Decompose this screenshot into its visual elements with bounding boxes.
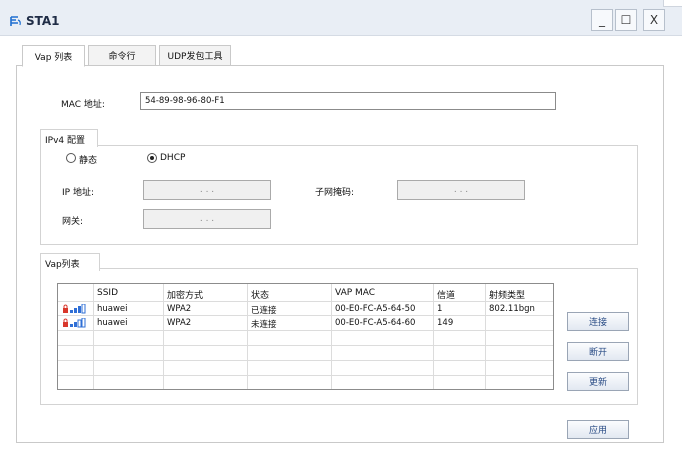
dhcp-radio-label: DHCP xyxy=(160,153,186,163)
vap-list-legend: Vap列表 xyxy=(40,253,100,271)
row-ssid: huawei xyxy=(97,318,128,328)
gateway-field[interactable]: . . . xyxy=(143,209,271,229)
title-bar[interactable]: STA1 _ ☐ X xyxy=(0,0,682,36)
subnet-mask-label: 子网掩码: xyxy=(315,188,355,198)
row-channel: 1 xyxy=(437,304,443,314)
mac-address-label: MAC 地址: xyxy=(61,100,105,110)
column-header-encryption[interactable]: 加密方式 xyxy=(167,288,203,301)
row-vap-mac: 00-E0-FC-A5-64-50 xyxy=(335,304,416,314)
connect-button[interactable]: 连接 xyxy=(567,312,629,331)
dhcp-radio[interactable] xyxy=(147,153,157,163)
row-status: 未连接 xyxy=(251,320,277,330)
row-ssid: huawei xyxy=(97,304,128,314)
refresh-button[interactable]: 更新 xyxy=(567,372,629,391)
tab-command-line[interactable]: 命令行 xyxy=(88,45,156,66)
row-channel: 149 xyxy=(437,318,454,328)
column-header-radio-type[interactable]: 射频类型 xyxy=(489,288,525,301)
row-vap-mac: 00-E0-FC-A5-64-60 xyxy=(335,318,416,328)
static-radio[interactable] xyxy=(66,153,76,163)
lock-signal-icon xyxy=(63,304,86,314)
ip-address-field[interactable]: . . . xyxy=(143,180,271,200)
ipv4-config-legend: IPv4 配置 xyxy=(40,129,98,147)
sta1-window: STA1 _ ☐ X Vap 列表 命令行 UDP发包工具 MAC 地址: 54… xyxy=(0,0,682,470)
static-radio-label: 静态 xyxy=(79,156,98,166)
column-header-channel[interactable]: 信道 xyxy=(437,288,455,301)
vap-table[interactable]: SSID 加密方式 状态 VAP MAC 信道 射频类型 huawei WPA2… xyxy=(57,283,554,390)
gateway-label: 网关: xyxy=(62,217,84,227)
ip-address-label: IP 地址: xyxy=(62,188,94,198)
window-title: STA1 xyxy=(26,14,60,28)
column-header-status[interactable]: 状态 xyxy=(251,288,269,301)
tab-udp-tool[interactable]: UDP发包工具 xyxy=(159,45,231,66)
resize-corner xyxy=(663,0,682,7)
subnet-mask-field[interactable]: . . . xyxy=(397,180,525,200)
column-header-ssid[interactable]: SSID xyxy=(97,288,118,298)
disconnect-button[interactable]: 断开 xyxy=(567,342,629,361)
row-encryption: WPA2 xyxy=(167,318,192,328)
maximize-button[interactable]: ☐ xyxy=(615,9,637,31)
mac-address-field[interactable]: 54-89-98-96-80-F1 xyxy=(140,92,556,110)
apply-button[interactable]: 应用 xyxy=(567,420,629,439)
wifi-station-icon xyxy=(10,16,21,26)
lock-signal-icon xyxy=(63,318,86,328)
tab-vap-list[interactable]: Vap 列表 xyxy=(22,45,85,67)
row-encryption: WPA2 xyxy=(167,304,192,314)
close-button[interactable]: X xyxy=(643,9,665,31)
row-status: 已连接 xyxy=(251,306,277,316)
column-header-vap-mac[interactable]: VAP MAC xyxy=(335,288,375,298)
minimize-button[interactable]: _ xyxy=(591,9,613,31)
row-radio-type: 802.11bgn xyxy=(489,304,535,314)
